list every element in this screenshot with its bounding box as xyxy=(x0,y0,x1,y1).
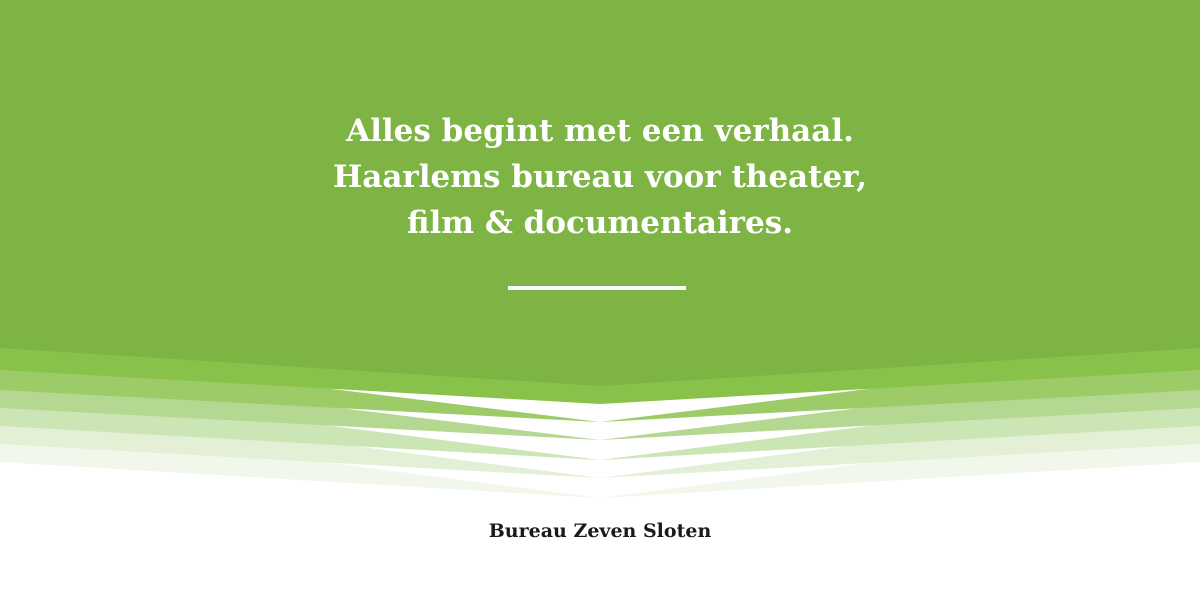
tagline-line-3: film & documentaires. xyxy=(406,205,793,241)
hero-background xyxy=(0,0,1200,498)
hero-tagline: Alles begint met een verhaal. Haarlems b… xyxy=(0,108,1200,246)
tagline-line-1: Alles begint met een verhaal. xyxy=(346,113,854,149)
brand-name: Bureau Zeven Sloten xyxy=(488,520,712,542)
tagline-line-2: Haarlems bureau voor theater, xyxy=(332,159,868,195)
divider-line xyxy=(508,286,686,290)
banner: Alles begint met een verhaal. Haarlems b… xyxy=(0,0,1200,600)
